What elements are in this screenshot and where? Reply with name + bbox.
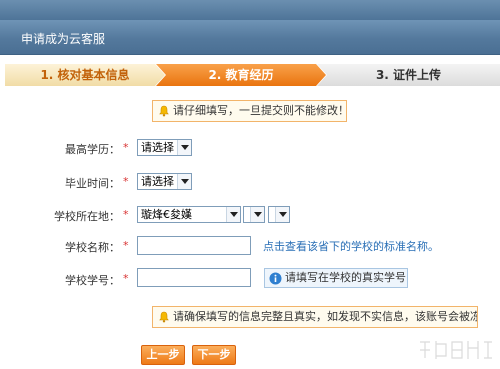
required-mark: *	[123, 272, 129, 285]
school-name-input[interactable]	[137, 236, 251, 255]
header-bar: 申请成为云客服	[0, 20, 500, 55]
chevron-down-icon	[250, 207, 264, 222]
bell-icon	[159, 311, 169, 323]
previous-step-button[interactable]: 上一步	[141, 345, 185, 365]
step-education: 2. 教育经历	[156, 64, 326, 86]
province-select-value: 璇烽€夋嫨	[141, 208, 192, 221]
school-name-lookup-link[interactable]: 点击查看该省下的学校的标准名称。	[263, 238, 439, 254]
chevron-down-icon	[177, 140, 191, 155]
school-name-label: 学校名称：	[65, 241, 120, 254]
student-id-tip-text: 请填写在学校的真实学号	[285, 271, 406, 284]
step-verify-info: 1. 核对基本信息	[5, 64, 165, 86]
step-upload-documents: 3. 证件上传	[317, 64, 500, 86]
top-strip	[0, 0, 500, 20]
bell-icon	[159, 105, 169, 117]
page-title: 申请成为云客服	[21, 32, 106, 46]
chevron-down-icon	[177, 174, 191, 189]
education-label: 最高学历：	[65, 143, 120, 156]
warning-notice-bottom: 请确保填写的信息完整且真实，如发现不实信息，该账号会被冻结	[152, 306, 478, 328]
chevron-down-icon	[275, 207, 289, 222]
graduation-time-select[interactable]: 请选择	[137, 173, 192, 190]
required-mark: *	[123, 175, 129, 188]
education-select[interactable]: 请选择	[137, 139, 192, 156]
required-mark: *	[123, 141, 129, 154]
watermark-logo	[420, 341, 492, 359]
next-step-button[interactable]: 下一步	[192, 345, 236, 365]
student-id-input[interactable]	[137, 268, 251, 287]
required-mark: *	[123, 208, 129, 221]
notice-text: 请确保填写的信息完整且真实，如发现不实信息，该账号会被冻结	[173, 310, 478, 323]
step-progress: 1. 核对基本信息 2. 教育经历 3. 证件上传	[5, 64, 500, 86]
school-location-label: 学校所在地：	[54, 210, 120, 223]
warning-notice-top: 请仔细填写，一旦提交则不能修改！	[152, 100, 347, 122]
city-select[interactable]	[243, 206, 265, 223]
notice-text: 请仔细填写，一旦提交则不能修改！	[173, 104, 347, 117]
graduation-time-label: 毕业时间：	[65, 177, 120, 190]
chevron-down-icon	[226, 207, 240, 222]
graduation-time-select-value: 请选择	[141, 175, 174, 188]
province-select[interactable]: 璇烽€夋嫨	[137, 206, 241, 223]
required-mark: *	[123, 239, 129, 252]
student-id-tip: 请填写在学校的真实学号	[264, 268, 408, 288]
education-select-value: 请选择	[141, 141, 174, 154]
district-select[interactable]	[268, 206, 290, 223]
info-icon	[269, 272, 282, 285]
student-id-label: 学校学号：	[65, 274, 120, 287]
